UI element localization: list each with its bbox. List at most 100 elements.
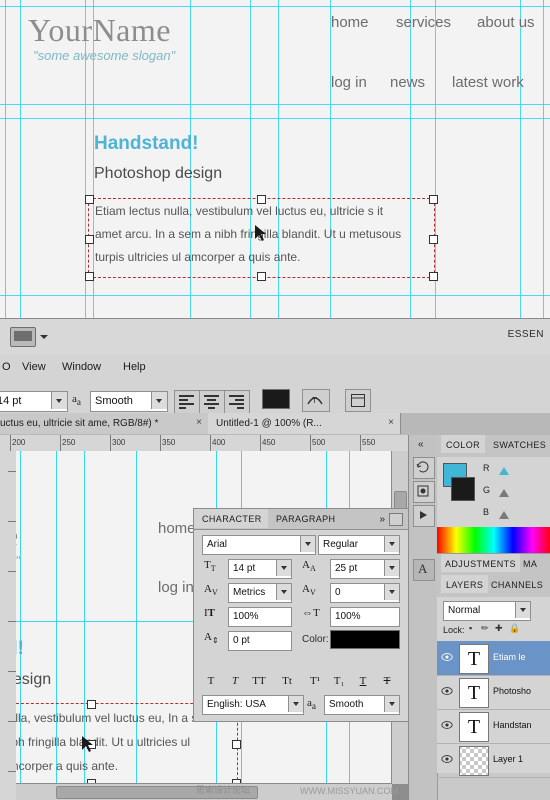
canvas-nav-login[interactable]: log in xyxy=(158,579,194,596)
font-size-chevron-icon[interactable] xyxy=(51,392,67,409)
layer-row-3[interactable]: T Handstan xyxy=(437,709,550,744)
workspace-essentials-label[interactable]: ESSEN xyxy=(508,329,544,340)
vertical-scale-field[interactable]: 100% xyxy=(228,607,292,627)
style-underline-button[interactable]: T xyxy=(354,675,372,691)
slider-b-handle-icon[interactable] xyxy=(499,511,509,519)
style-subscript-button[interactable]: T₁ xyxy=(330,675,348,691)
blend-mode-select[interactable]: Normal xyxy=(443,601,531,621)
screen-mode-icon[interactable] xyxy=(10,327,36,347)
collapsed-panel-rail[interactable]: « A xyxy=(409,435,438,800)
style-all-caps-button[interactable]: TT xyxy=(250,675,268,691)
chevron-double-right-icon[interactable]: » xyxy=(379,514,385,525)
tab-layers[interactable]: LAYERS xyxy=(441,575,489,593)
document-tab-1[interactable]: uctus eu, ultricie sit ame, RGB/8#) * × xyxy=(0,413,209,434)
background-color-swatch[interactable] xyxy=(451,477,475,501)
eye-icon[interactable] xyxy=(441,686,453,696)
menu-item-window[interactable]: Window xyxy=(62,361,101,373)
font-style-chevron-icon[interactable] xyxy=(384,536,399,552)
nav-services[interactable]: services xyxy=(396,14,451,31)
baseline-shift-field[interactable]: 0 pt xyxy=(228,631,292,651)
align-center-button[interactable] xyxy=(199,390,225,414)
layer-row-4[interactable]: Layer 1 xyxy=(437,743,550,778)
blend-mode-chevron-icon[interactable] xyxy=(515,602,530,618)
layer-thumbnail[interactable]: T xyxy=(459,644,489,674)
font-size-combo[interactable]: 14 pt xyxy=(0,391,68,412)
layer-thumbnail[interactable] xyxy=(459,746,489,776)
antialias-chevron-icon[interactable] xyxy=(151,392,167,409)
tab-paragraph[interactable]: PARAGRAPH xyxy=(268,509,344,528)
website-preview-canvas[interactable]: YourName "some awesome slogan" home serv… xyxy=(0,0,550,318)
nav-home[interactable]: home xyxy=(331,14,369,31)
style-italic-button[interactable]: T xyxy=(226,675,244,691)
kerning-chevron-icon[interactable] xyxy=(276,584,291,600)
toggle-character-panel-button[interactable] xyxy=(345,389,371,412)
style-bold-button[interactable]: T xyxy=(202,675,220,691)
lock-position-icon[interactable]: ✚ xyxy=(495,623,503,634)
horizontal-scale-field[interactable]: 100% xyxy=(330,607,400,627)
text-color-swatch[interactable] xyxy=(262,389,290,409)
color-panel[interactable]: R G B xyxy=(437,457,550,527)
vertical-ruler[interactable] xyxy=(0,451,17,800)
color-spectrum-strip[interactable] xyxy=(437,527,550,553)
nav-log-in[interactable]: log in xyxy=(331,74,367,91)
style-small-caps-button[interactable]: Tt xyxy=(278,675,296,691)
text-color-swatch-panel[interactable] xyxy=(330,630,400,649)
antialias-select-panel[interactable]: Smooth xyxy=(324,695,400,715)
eye-icon[interactable] xyxy=(441,720,453,730)
document-tab-2-close-icon[interactable]: × xyxy=(388,417,394,428)
tab-color[interactable]: COLOR xyxy=(441,435,486,453)
style-strikethrough-button[interactable]: T xyxy=(378,675,396,691)
right-dock[interactable]: « A COLOR SWATCHES R G B ADJUSTMENTS MA xyxy=(408,435,550,800)
lock-all-icon[interactable]: 🔒 xyxy=(509,623,520,634)
menu-item-view[interactable]: View xyxy=(22,361,46,373)
eye-icon[interactable] xyxy=(441,652,453,662)
nav-latest-work[interactable]: latest work xyxy=(452,74,524,91)
lock-pixels-icon[interactable]: ✏ xyxy=(481,623,489,634)
language-chevron-icon[interactable] xyxy=(288,696,303,712)
align-left-button[interactable] xyxy=(174,390,200,414)
character-panel[interactable]: CHARACTER PARAGRAPH » Arial Regular TT 1… xyxy=(193,508,410,722)
font-size-field[interactable]: 14 pt xyxy=(228,559,292,579)
tab-channels[interactable]: CHANNELS xyxy=(487,575,547,593)
layer-row-2[interactable]: T Photosho xyxy=(437,675,550,710)
layers-panel[interactable]: Normal Lock: ▪ ✏ ✚ 🔒 T Etiam le T Photos… xyxy=(437,597,550,778)
warp-text-button[interactable]: T xyxy=(302,389,330,412)
nav-about-us[interactable]: about us xyxy=(477,14,535,31)
menu-item-help[interactable]: Help xyxy=(123,361,146,373)
align-right-button[interactable] xyxy=(224,390,250,414)
tracking-field[interactable]: 0 xyxy=(330,583,400,603)
font-style-select[interactable]: Regular xyxy=(318,535,400,555)
lock-transparent-icon[interactable]: ▪ xyxy=(469,623,472,633)
leading-chevron-icon[interactable] xyxy=(384,560,399,576)
menu-item-o[interactable]: O xyxy=(2,361,11,373)
font-family-select[interactable]: Arial xyxy=(202,535,316,555)
antialias-combo[interactable]: Smooth xyxy=(90,391,168,412)
document-tab-2[interactable]: Untitled-1 @ 100% (R... × xyxy=(208,413,401,434)
tab-swatches[interactable]: SWATCHES xyxy=(489,435,550,453)
slider-g-handle-icon[interactable] xyxy=(499,489,509,497)
style-superscript-button[interactable]: T¹ xyxy=(306,675,324,691)
layer-row-1[interactable]: T Etiam le xyxy=(437,641,550,676)
tab-masks[interactable]: MA xyxy=(519,554,541,572)
document-tab-1-close-icon[interactable]: × xyxy=(196,417,202,428)
font-size-chevron-icon[interactable] xyxy=(276,560,291,576)
screen-mode-chevron-icon[interactable] xyxy=(40,335,48,339)
layer-thumbnail[interactable]: T xyxy=(459,678,489,708)
leading-field[interactable]: 25 pt xyxy=(330,559,400,579)
tracking-chevron-icon[interactable] xyxy=(384,584,399,600)
language-select[interactable]: English: USA xyxy=(202,695,304,715)
horizontal-ruler[interactable]: 200 250 300 350 400 450 500 550 xyxy=(0,435,408,452)
play-action-icon[interactable] xyxy=(413,505,435,527)
tab-character[interactable]: CHARACTER xyxy=(194,509,268,528)
kerning-field[interactable]: Metrics xyxy=(228,583,292,603)
history-panel-icon[interactable] xyxy=(413,457,435,479)
tab-adjustments[interactable]: ADJUSTMENTS xyxy=(441,554,520,572)
panel-menu-icon[interactable] xyxy=(389,513,403,526)
brush-panel-icon[interactable] xyxy=(413,481,435,503)
character-panel-rail-icon[interactable]: A xyxy=(413,559,435,581)
canvas-nav-home[interactable]: home xyxy=(158,520,196,537)
nav-news[interactable]: news xyxy=(390,74,425,91)
slider-r-handle-icon[interactable] xyxy=(499,467,509,475)
layer-thumbnail[interactable]: T xyxy=(459,712,489,742)
antialias-chevron-icon-panel[interactable] xyxy=(384,696,399,712)
